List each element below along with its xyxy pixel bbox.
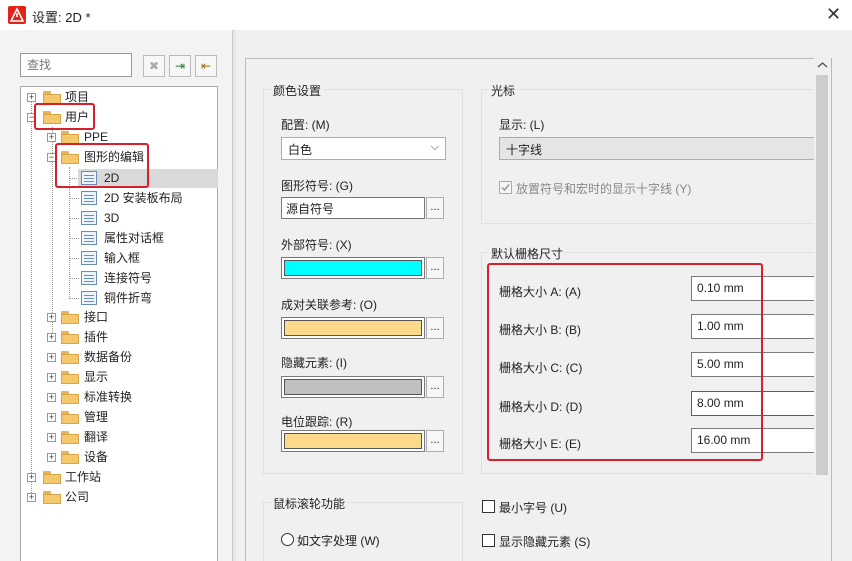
tree-item-display[interactable]: 显示 — [84, 368, 108, 387]
expander-icon[interactable]: + — [27, 93, 36, 102]
settings-page-icon — [81, 231, 97, 245]
highlight-box — [487, 263, 763, 461]
mouse-wheel-title: 鼠标滚轮功能 — [271, 495, 348, 512]
close-icon[interactable]: ✕ — [826, 4, 841, 25]
potential-trace-label: 电位跟踪: (R) — [281, 415, 353, 429]
title-bar: 设置: 2D * ✕ — [0, 0, 852, 30]
grid-size-title: 默认栅格尺寸 — [489, 245, 566, 262]
tree-item-translation[interactable]: 翻译 — [84, 428, 108, 447]
settings-page-icon — [81, 191, 97, 205]
pair-ref-color[interactable] — [281, 317, 425, 339]
config-label: 配置: (M) — [281, 118, 330, 132]
graphic-symbol-field[interactable]: 源自符号 — [281, 197, 425, 219]
folder-icon — [61, 391, 79, 404]
folder-icon — [61, 331, 79, 344]
color-swatch — [284, 433, 422, 449]
folder-icon — [61, 371, 79, 384]
expander-icon[interactable]: + — [27, 493, 36, 502]
pair-ref-label: 成对关联参考: (O) — [281, 298, 377, 312]
min-font-label: 最小字号 (U) — [499, 501, 567, 515]
chevron-down-icon: ⌵ — [430, 141, 439, 153]
app-logo-icon — [8, 6, 26, 24]
color-swatch — [284, 260, 422, 276]
expand-all-button[interactable]: ⇥ — [169, 55, 191, 77]
folder-icon — [61, 451, 79, 464]
tree-item-devices[interactable]: 设备 — [84, 448, 108, 467]
highlight-box — [55, 143, 149, 188]
hidden-elements-label: 隐藏元素: (I) — [281, 356, 347, 370]
folder-icon — [43, 471, 61, 484]
expander-icon[interactable]: + — [47, 433, 56, 442]
window-title: 设置: 2D * — [32, 10, 91, 25]
hidden-elements-browse-button[interactable]: ... — [426, 376, 444, 398]
word-processing-radio[interactable] — [281, 533, 294, 546]
expander-icon[interactable]: + — [47, 413, 56, 422]
folder-icon — [61, 311, 79, 324]
external-symbol-label: 外部符号: (X) — [281, 238, 352, 252]
color-swatch — [284, 320, 422, 336]
crosshair-label: 放置符号和宏时的显示十字线 (Y) — [516, 182, 692, 196]
search-input[interactable] — [20, 53, 132, 77]
external-symbol-browse-button[interactable]: ... — [426, 257, 444, 279]
tree-item-2d-panel-layout[interactable]: 2D 安装板布局 — [104, 189, 183, 208]
tree-item-3d[interactable]: 3D — [104, 209, 119, 228]
cursor-display-value: 十字线 — [506, 143, 543, 157]
expander-icon[interactable]: + — [47, 333, 56, 342]
crosshair-checkbox[interactable] — [499, 181, 512, 194]
settings-page-icon — [81, 291, 97, 305]
show-hidden-label: 显示隐藏元素 (S) — [499, 535, 591, 549]
settings-page-icon — [81, 271, 97, 285]
expander-icon[interactable]: + — [47, 133, 56, 142]
expander-icon[interactable]: + — [27, 473, 36, 482]
hidden-elements-color[interactable] — [281, 376, 425, 398]
external-symbol-color[interactable] — [281, 257, 425, 279]
expander-icon[interactable]: + — [47, 313, 56, 322]
cursor-display-label: 显示: (L) — [499, 118, 545, 132]
tree-item-input-box[interactable]: 输入框 — [104, 249, 140, 268]
expander-icon[interactable]: + — [47, 453, 56, 462]
config-value: 白色 — [288, 143, 313, 157]
scrollbar-thumb[interactable] — [816, 75, 828, 475]
highlight-box — [34, 103, 95, 130]
tree-item-copper-bending[interactable]: 铜件折弯 — [104, 289, 152, 308]
tree-item-interface[interactable]: 接口 — [84, 308, 108, 327]
tree-item-workstation[interactable]: 工作站 — [65, 468, 101, 487]
graphic-symbol-browse-button[interactable]: ... — [426, 197, 444, 219]
expander-icon[interactable]: + — [47, 373, 56, 382]
graphic-symbol-label: 图形符号: (G) — [281, 179, 353, 193]
tree-item-standard-conversion[interactable]: 标准转换 — [84, 388, 132, 407]
clear-search-button[interactable]: ✖ — [143, 55, 165, 77]
folder-icon — [61, 431, 79, 444]
config-select[interactable]: 白色 ⌵ — [281, 137, 446, 160]
checkmark-icon — [501, 184, 510, 192]
word-processing-label: 如文字处理 (W) — [297, 534, 380, 548]
settings-page-icon — [81, 211, 97, 225]
pair-ref-browse-button[interactable]: ... — [426, 317, 444, 339]
color-swatch — [284, 379, 422, 395]
expander-icon[interactable]: + — [47, 353, 56, 362]
tree-item-connection-symbol[interactable]: 连接符号 — [104, 269, 152, 288]
scroll-up-icon[interactable] — [814, 58, 831, 72]
tree-item-company[interactable]: 公司 — [65, 488, 89, 507]
tree-item-backup[interactable]: 数据备份 — [84, 348, 132, 367]
potential-trace-color[interactable] — [281, 430, 425, 452]
expander-icon[interactable]: + — [47, 393, 56, 402]
color-settings-title: 颜色设置 — [271, 82, 324, 99]
show-hidden-checkbox[interactable] — [482, 534, 495, 547]
collapse-all-button[interactable]: ⇤ — [195, 55, 217, 77]
min-font-checkbox[interactable] — [482, 500, 495, 513]
tree-item-plugins[interactable]: 插件 — [84, 328, 108, 347]
folder-icon — [61, 411, 79, 424]
tree-item-management[interactable]: 管理 — [84, 408, 108, 427]
tree-item-properties-dialog[interactable]: 属性对话框 — [104, 229, 164, 248]
folder-icon — [61, 351, 79, 364]
folder-icon — [43, 491, 61, 504]
potential-trace-browse-button[interactable]: ... — [426, 430, 444, 452]
settings-page-icon — [81, 251, 97, 265]
cursor-display-select[interactable]: 十字线 — [499, 137, 814, 160]
cursor-title: 光标 — [489, 82, 518, 99]
